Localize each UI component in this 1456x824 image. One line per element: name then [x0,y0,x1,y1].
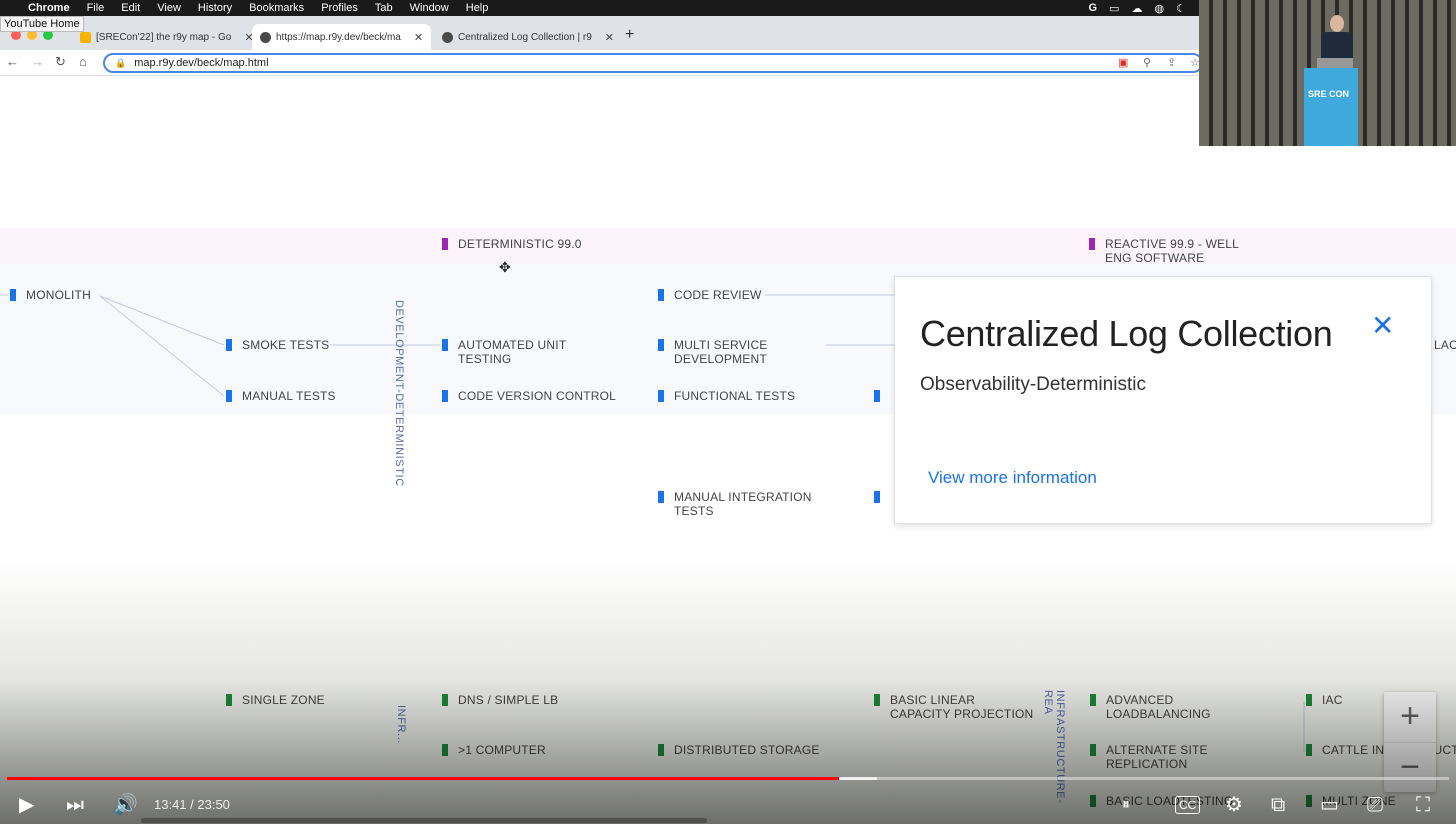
lane-label-development: DEVELOPMENT-DETERMINISTIC [393,300,405,487]
marker-blue [658,491,664,503]
captions-icon[interactable]: CC [1175,796,1201,814]
marker-blue [442,390,448,402]
speaker-webcam: SRE CON [1199,0,1456,146]
marker-green [1306,694,1312,706]
speaker-head [1330,15,1344,32]
node-advanced-loadbalancing[interactable]: ADVANCED LOADBALANCING [1090,693,1230,721]
node-label: FUNCTIONAL TESTS [674,389,796,403]
time-display: 13:41 / 23:50 [154,797,230,812]
cast-icon[interactable]: ⎚ [1367,793,1383,817]
node-label: MANUAL INTEGRATION TESTS [674,490,812,518]
marker-blue [226,390,232,402]
node-label: LAC [1434,338,1456,352]
marker-purple [1089,238,1095,250]
node-functional-tests[interactable]: FUNCTIONAL TESTS [658,389,795,403]
move-cursor-icon: ✥ [499,259,511,275]
view-more-link[interactable]: View more information [928,468,1097,488]
node-label: DETERMINISTIC 99.0 [458,237,582,251]
node-single-zone[interactable]: SINGLE ZONE [226,693,325,707]
band-header-deterministic[interactable]: DETERMINISTIC 99.0 [442,237,582,251]
node-automated-unit-testing[interactable]: AUTOMATED UNIT TESTING [442,338,582,366]
band-header-reactive[interactable]: REACTIVE 99.9 - WELL ENG SOFTWARE [1089,237,1239,265]
info-card: Centralized Log Collection ✕ Observabili… [894,276,1432,524]
youtube-home-tooltip: YouTube Home [0,16,84,32]
node-basic-loadtesting[interactable]: BASIC LOADTESTING [1090,794,1233,808]
node-label: ADVANCED LOADBALANCING [1106,693,1211,721]
node-code-review[interactable]: CODE REVIEW [658,288,762,302]
node-basic-linear-capacity-projection[interactable]: BASIC LINEAR CAPACITY PROJECTION [874,693,1039,721]
node-label: IAC [1322,693,1343,707]
marker-green [1090,694,1096,706]
miniplayer-icon[interactable]: ⧉ [1271,793,1285,817]
next-icon[interactable]: ⏭ [66,793,84,817]
node-manual-tests[interactable]: MANUAL TESTS [226,389,336,403]
node-monolith[interactable]: MONOLITH [10,288,91,302]
marker-green [658,744,664,756]
node-iac[interactable]: IAC [1306,693,1343,707]
marker-blue [226,339,232,351]
node-label: CODE REVIEW [674,288,762,302]
node-smoke-tests[interactable]: SMOKE TESTS [226,338,329,352]
node-label: SINGLE ZONE [242,693,325,707]
laptop [1317,58,1353,68]
node-more-than-one-computer[interactable]: >1 COMPUTER [442,743,546,757]
node-multi-service-development[interactable]: MULTI SERVICE DEVELOPMENT [658,338,783,366]
node-label: >1 COMPUTER [458,743,546,757]
marker-green [442,694,448,706]
node-label: CODE VERSION CONTROL [458,389,617,403]
marker-green [1306,795,1312,807]
node-partial-hidden[interactable] [874,389,890,402]
node-label: REACTIVE 99.9 - WELL ENG SOFTWARE [1105,237,1239,265]
node-label: SMOKE TESTS [242,338,330,352]
zoom-out-button[interactable]: − [1384,742,1436,792]
marker-green [874,694,880,706]
volume-icon[interactable]: 🔊 [113,793,138,817]
node-distributed-storage[interactable]: DISTRIBUTED STORAGE [658,743,820,757]
marker-blue [442,339,448,351]
theater-mode-icon[interactable]: ▭ [1320,793,1339,817]
node-label: DISTRIBUTED STORAGE [674,743,820,757]
podium-logo: SRE CON [1308,89,1350,99]
zoom-in-button[interactable]: + [1384,692,1436,742]
podium: SRE CON [1304,68,1358,146]
marker-green [1090,795,1096,807]
fullscreen-icon[interactable]: ⛶ [1416,793,1430,817]
marker-blue [874,491,880,503]
node-alternate-site-replication[interactable]: ALTERNATE SITE REPLICATION [1090,743,1230,771]
settings-icon[interactable]: ⚙ [1225,793,1243,817]
lane-label-infrastructure: INFRASTRUCTURE-REA [1042,690,1066,804]
play-icon[interactable]: ▶ [19,793,34,817]
node-label: BASIC LINEAR CAPACITY PROJECTION [890,693,1034,721]
node-label: DNS / SIMPLE LB [458,693,559,707]
node-partial-hidden[interactable] [874,490,890,503]
marker-blue [10,289,16,301]
marker-blue [658,339,664,351]
lane-label-infra-short: INFR... [395,705,407,745]
autoplay-toggle-icon[interactable]: ⏸ [1122,793,1130,817]
card-subtitle: Observability-Deterministic [920,374,1146,395]
marker-green [226,694,232,706]
connector-line [99,295,225,346]
node-label: MONOLITH [26,288,91,302]
marker-blue [874,390,880,402]
marker-blue [658,289,664,301]
node-label: ALTERNATE SITE REPLICATION [1106,743,1208,771]
marker-green [1090,744,1096,756]
connector-line [99,295,225,397]
node-manual-integration-tests[interactable]: MANUAL INTEGRATION TESTS [658,490,818,518]
node-label: AUTOMATED UNIT TESTING [458,338,567,366]
marker-purple [442,238,448,250]
progress-played [7,777,839,780]
horizontal-scrollbar[interactable] [141,818,707,823]
marker-blue [658,390,664,402]
node-dns-simple-lb[interactable]: DNS / SIMPLE LB [442,693,558,707]
card-title: Centralized Log Collection [920,313,1333,354]
node-label: MANUAL TESTS [242,389,336,403]
marker-green [1306,744,1312,756]
node-label: MULTI SERVICE DEVELOPMENT [674,338,768,366]
close-icon[interactable]: ✕ [1371,312,1394,340]
node-code-version-control[interactable]: CODE VERSION CONTROL [442,389,616,403]
marker-green [442,744,448,756]
node-edge-truncated[interactable]: LAC [1434,338,1456,352]
